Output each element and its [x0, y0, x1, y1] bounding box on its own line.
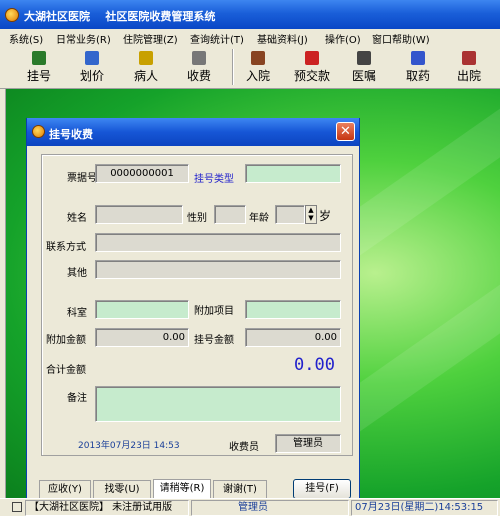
remark-field[interactable]: [95, 386, 341, 422]
dialog-title-bar: 挂号收费 ✕: [27, 118, 359, 146]
close-button[interactable]: ✕: [336, 122, 355, 141]
receipt-number-field[interactable]: 0000000001: [95, 164, 189, 183]
contact-label: 联系方式: [46, 242, 86, 253]
toolbar-discharge-button[interactable]: 出院: [452, 47, 486, 87]
prepay-icon: [305, 51, 319, 65]
menu-inpatient[interactable]: 住院管理(Z): [123, 31, 178, 46]
toolbar: 挂号 划价 病人 收费 入院 预交款 医嘱 取药 出院: [0, 45, 500, 89]
register-icon: [32, 51, 46, 65]
registration-type-label: 挂号类型: [194, 174, 234, 185]
total-amount: 0.00: [294, 355, 335, 375]
department-field[interactable]: [95, 300, 189, 319]
app-title: 大湖社区医院 社区医院收费管理系统: [24, 10, 216, 23]
dialog-title: 挂号收费: [49, 128, 93, 141]
register-charge-dialog: 挂号收费 ✕ 票据号 0000000001 挂号类型 姓名 性别 年龄 ▲ ▼ …: [26, 118, 360, 500]
admission-icon: [251, 51, 265, 65]
tab-thanks[interactable]: 谢谢(T): [213, 480, 267, 500]
gender-label: 性别: [187, 213, 207, 224]
app-logo-icon: [5, 8, 19, 22]
toolbar-register-button[interactable]: 挂号: [22, 47, 56, 87]
toolbar-separator: [232, 49, 234, 85]
gender-field[interactable]: [214, 205, 246, 224]
menu-operation[interactable]: 操作(O): [325, 31, 361, 46]
age-unit: 岁: [319, 209, 332, 223]
spin-down-icon[interactable]: ▼: [306, 214, 316, 222]
receipt-label: 票据号: [67, 173, 97, 184]
name-field[interactable]: [95, 205, 183, 224]
contact-field[interactable]: [95, 233, 341, 252]
menu-system[interactable]: 系统(S): [9, 31, 43, 46]
age-label: 年龄: [249, 213, 269, 224]
toolbar-prepay-button[interactable]: 预交款: [290, 47, 334, 87]
status-user: 管理员: [191, 500, 349, 516]
patient-icon: [139, 51, 153, 65]
spin-up-icon[interactable]: ▲: [306, 206, 316, 214]
home-icon: [12, 502, 22, 512]
toolbar-doctor-order-button[interactable]: 医嘱: [347, 47, 381, 87]
total-label: 合计金额: [46, 365, 86, 376]
toolbar-dispense-button[interactable]: 取药: [401, 47, 435, 87]
pricing-icon: [85, 51, 99, 65]
tab-please-wait[interactable]: 请稍等(R): [153, 479, 211, 500]
extra-item-label: 附加项目: [194, 306, 234, 317]
registration-type-field[interactable]: [245, 164, 341, 183]
app-title-bar: 大湖社区医院 社区医院收费管理系统: [0, 0, 500, 29]
cashier-field[interactable]: 管理员: [275, 434, 341, 453]
toolbar-patient-button[interactable]: 病人: [129, 47, 163, 87]
status-datetime: 07月23日(星期二)14:53:15: [351, 500, 498, 516]
registration-amount-field[interactable]: 0.00: [245, 328, 341, 347]
other-label: 其他: [67, 268, 87, 279]
extra-item-field[interactable]: [245, 300, 341, 319]
tab-receivable[interactable]: 应收(Y): [39, 480, 91, 500]
status-bar: 【大湖社区医院】 未注册试用版 管理员 07月23日(星期二)14:53:15: [0, 498, 500, 516]
menu-bar: 系统(S) 日常业务(R) 住院管理(Z) 查询统计(T) 基础资料(J) 操作…: [0, 29, 500, 46]
name-label: 姓名: [67, 213, 87, 224]
charge-icon: [192, 51, 206, 65]
menu-basic-data[interactable]: 基础资料(J): [257, 31, 308, 46]
other-field[interactable]: [95, 260, 341, 279]
age-stepper[interactable]: ▲ ▼: [305, 205, 317, 224]
remark-label: 备注: [67, 393, 87, 404]
extra-amount-label: 附加金额: [46, 335, 86, 346]
toolbar-admission-button[interactable]: 入院: [241, 47, 275, 87]
tab-change[interactable]: 找零(U): [93, 480, 151, 500]
menu-daily-business[interactable]: 日常业务(R): [56, 31, 111, 46]
menu-query-stats[interactable]: 查询统计(T): [190, 31, 244, 46]
dispense-icon: [411, 51, 425, 65]
extra-amount-field[interactable]: 0.00: [95, 328, 189, 347]
department-label: 科室: [67, 308, 87, 319]
dialog-app-icon: [32, 125, 45, 138]
toolbar-charge-button[interactable]: 收费: [182, 47, 216, 87]
toolbar-pricing-button[interactable]: 划价: [75, 47, 109, 87]
current-datetime: 2013年07月23日 14:53: [78, 441, 180, 451]
doctor-order-icon: [357, 51, 371, 65]
registration-amount-label: 挂号金额: [194, 335, 234, 346]
status-hospital: 【大湖社区医院】 未注册试用版: [25, 500, 189, 516]
discharge-icon: [462, 51, 476, 65]
register-button[interactable]: 挂号(F): [293, 479, 351, 499]
left-dock-bar: [0, 89, 6, 498]
cashier-label: 收费员: [229, 442, 259, 453]
age-field[interactable]: [275, 205, 305, 224]
menu-window-help[interactable]: 窗口帮助(W): [372, 31, 430, 46]
